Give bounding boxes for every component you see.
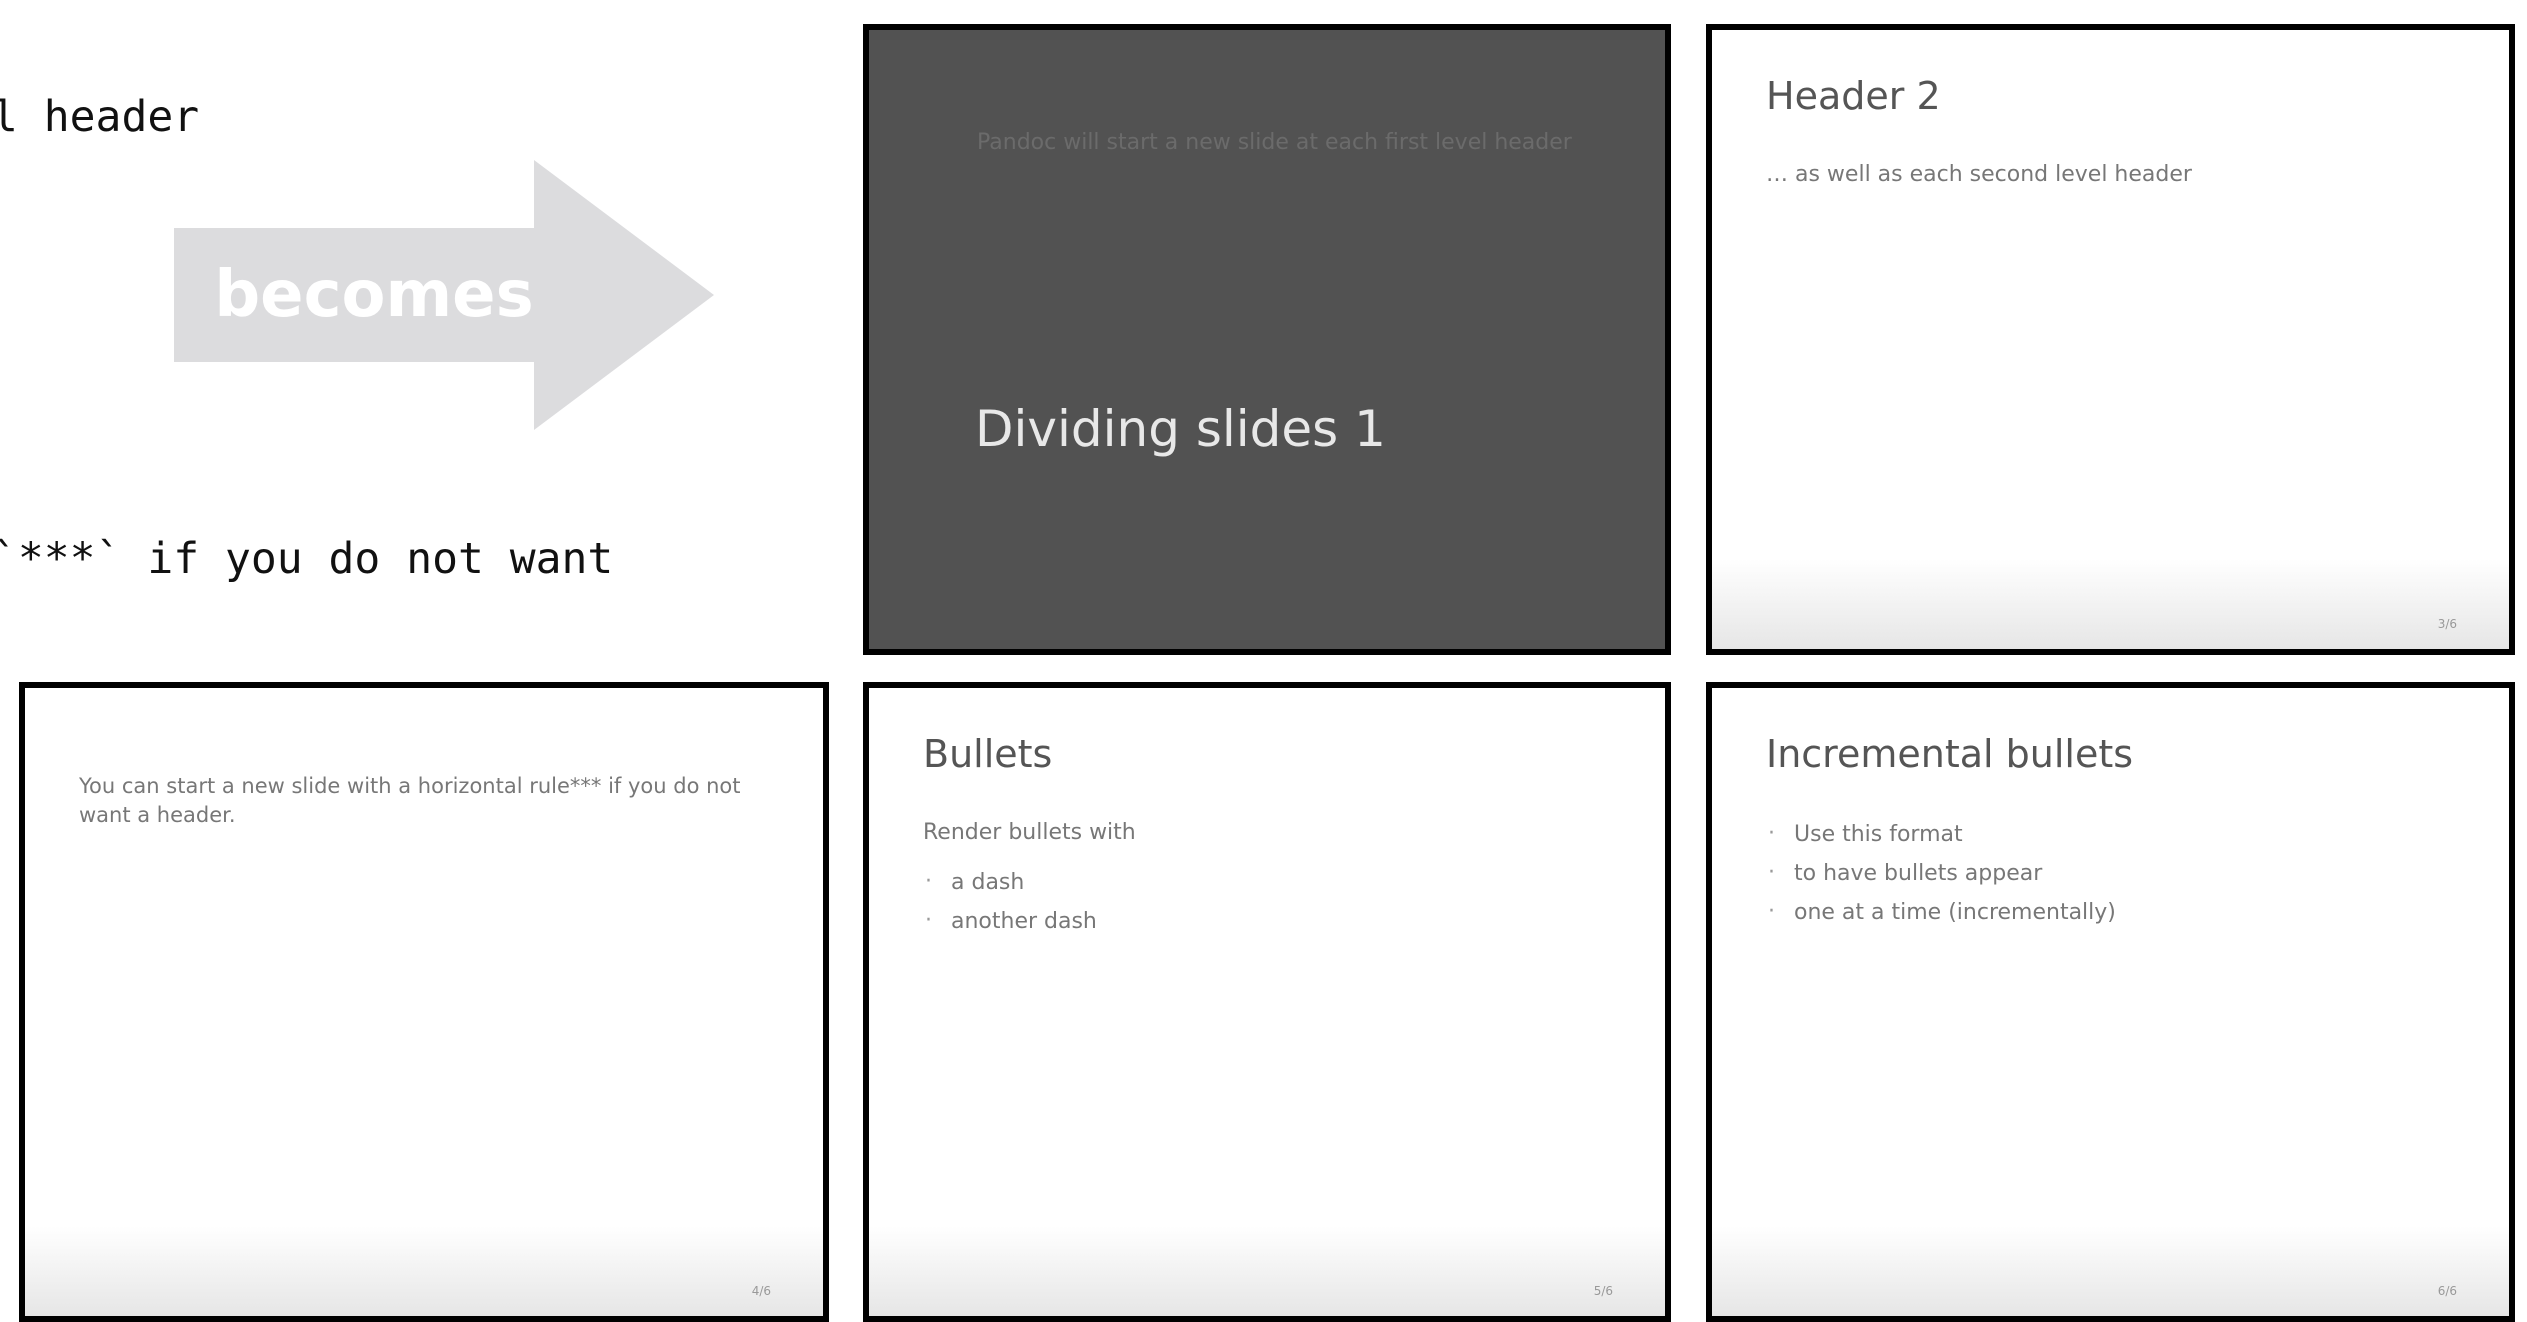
page-number: 5/6: [1593, 1284, 1613, 1298]
list-item: to have bullets appear: [1766, 860, 2116, 900]
slide-title: Dividing slides 1: [975, 400, 1386, 458]
bullet-list: Use this format to have bullets appear o…: [1766, 821, 2116, 939]
page-number: 6/6: [2437, 1284, 2457, 1298]
markdown-code-line: l header: [0, 92, 200, 142]
slide-title: Incremental bullets: [1766, 732, 2134, 776]
becomes-label: becomes: [214, 258, 534, 332]
list-item: another dash: [923, 908, 1097, 948]
slide-thumbnail-bullets: Bullets Render bullets with a dash anoth…: [863, 682, 1671, 1322]
page-number: 3/6: [2437, 617, 2457, 631]
bullet-list: a dash another dash: [923, 869, 1097, 948]
slide-title: Bullets: [923, 732, 1053, 776]
becomes-arrow: becomes: [174, 160, 714, 430]
slide-title: Header 2: [1766, 74, 1941, 118]
list-item: a dash: [923, 869, 1097, 909]
slide-text: … as well as each second level header: [1766, 162, 2192, 187]
slide-text: Render bullets with: [923, 820, 1136, 845]
list-item: one at a time (incrementally): [1766, 899, 2116, 939]
slide-thumbnail-header-2: Header 2 … as well as each second level …: [1706, 24, 2515, 655]
markdown-code-line: `***` if you do not want: [0, 534, 614, 584]
slide-subtitle: Pandoc will start a new slide at each fi…: [977, 130, 1572, 155]
slide-thumbnail-horizontal-rule: You can start a new slide with a horizon…: [19, 682, 829, 1322]
slide-thumbnail-incremental-bullets: Incremental bullets Use this format to h…: [1706, 682, 2515, 1322]
list-item: Use this format: [1766, 821, 2116, 861]
page-number: 4/6: [751, 1284, 771, 1298]
slide-thumbnail-dividing: Pandoc will start a new slide at each fi…: [863, 24, 1671, 655]
slide-text: You can start a new slide with a horizon…: [79, 774, 741, 827]
